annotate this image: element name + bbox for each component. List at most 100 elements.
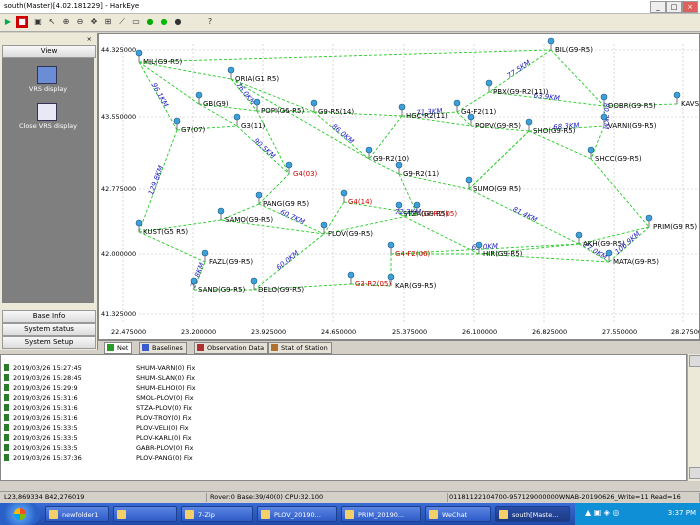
station-node[interactable]: KAVS(G9) <box>673 91 700 108</box>
vrs-display-label[interactable]: VRS display <box>6 85 90 93</box>
antenna-icon[interactable] <box>387 241 395 249</box>
station-node[interactable]: FAZL(G9-R5) <box>201 249 253 266</box>
station-node[interactable]: G4-F2(11) <box>453 99 497 116</box>
log-scrollbar[interactable] <box>687 354 700 481</box>
antenna-icon[interactable] <box>600 93 608 101</box>
antenna-icon[interactable] <box>201 249 209 257</box>
station-node[interactable]: G4(03) <box>285 161 318 178</box>
station-node[interactable]: G4-F2(06) <box>387 241 431 258</box>
antenna-icon[interactable] <box>285 161 293 169</box>
close-panel-icon[interactable]: × <box>87 35 92 43</box>
base-info-button[interactable]: Base Info <box>2 310 96 323</box>
vrs-display-icon[interactable] <box>37 66 57 84</box>
clock[interactable]: 3:37 PM <box>668 509 696 517</box>
antenna-icon[interactable] <box>310 99 318 107</box>
antenna-icon[interactable] <box>453 99 461 107</box>
antenna-icon[interactable] <box>395 201 403 209</box>
taskbar-item[interactable] <box>113 506 177 522</box>
tab-observation-data[interactable]: Observation Data <box>194 342 269 354</box>
tray-icons[interactable]: ▲ ▣ ◈ ◎ <box>585 508 619 517</box>
antenna-icon[interactable] <box>340 189 348 197</box>
station-node[interactable]: PBX(G9-R2(11)) <box>485 79 549 96</box>
antenna-icon[interactable] <box>587 146 595 154</box>
start-button[interactable] <box>0 503 40 525</box>
stop-icon[interactable]: ■ <box>16 16 28 28</box>
station-node[interactable]: G9-R2(11) <box>395 161 439 178</box>
pointer-icon[interactable]: ↖ <box>46 16 58 28</box>
close-vrs-icon[interactable] <box>37 103 57 121</box>
station-node[interactable]: KUST(G5 R5) <box>135 219 188 236</box>
maximize-button[interactable]: □ <box>666 1 682 13</box>
antenna-icon[interactable] <box>320 221 328 229</box>
scroll-up-button[interactable] <box>689 355 700 367</box>
dot-black-icon[interactable]: ● <box>172 16 184 28</box>
help-icon[interactable]: ? <box>204 16 216 28</box>
antenna-icon[interactable] <box>600 113 608 121</box>
antenna-icon[interactable] <box>485 79 493 87</box>
antenna-icon[interactable] <box>398 103 406 111</box>
close-vrs-label[interactable]: Close VRS display <box>6 122 90 130</box>
play-icon[interactable]: ▶ <box>2 16 14 28</box>
pan-icon[interactable]: ✥ <box>88 16 100 28</box>
station-node[interactable]: SAMO(G9-R5) <box>217 207 273 224</box>
station-node[interactable]: PRIM(G9 R5) <box>645 214 697 231</box>
station-node[interactable]: G4(14) <box>340 189 373 206</box>
select-icon[interactable]: ⊞ <box>102 16 114 28</box>
antenna-icon[interactable] <box>467 113 475 121</box>
station-node[interactable]: G9-R5(14) <box>310 99 354 116</box>
antenna-icon[interactable] <box>173 117 181 125</box>
taskbar-item[interactable]: south[Maste... <box>495 506 570 522</box>
taskbar-item[interactable]: WeChat <box>425 506 491 522</box>
antenna-icon[interactable] <box>250 277 258 285</box>
antenna-icon[interactable] <box>525 118 533 126</box>
antenna-icon[interactable] <box>465 176 473 184</box>
view-section-button[interactable]: View <box>2 45 96 58</box>
taskbar-item[interactable]: PRIM_20190... <box>341 506 421 522</box>
station-node[interactable]: POPI(G6-R5) <box>253 98 304 115</box>
antenna-icon[interactable] <box>575 231 583 239</box>
tab-net[interactable]: Net <box>104 342 133 354</box>
save-icon[interactable]: ▣ <box>32 16 44 28</box>
station-node[interactable]: POPV(G9-R5) <box>467 113 521 130</box>
antenna-icon[interactable] <box>365 146 373 154</box>
antenna-icon[interactable] <box>135 49 143 57</box>
antenna-icon[interactable] <box>233 113 241 121</box>
tab-stat-of-station[interactable]: Stat of Station <box>268 342 332 354</box>
dot-green-icon[interactable]: ● <box>144 16 156 28</box>
station-node[interactable]: SUMO(G9 R5) <box>465 176 521 193</box>
station-node[interactable]: ORIA(G1 R5) <box>227 66 279 83</box>
station-node[interactable]: DELO(G9-R5) <box>250 277 304 294</box>
network-map-canvas[interactable]: 77.5KM96.1KM129.8KM76.0KM86.0KM71.3KM63.… <box>99 34 700 339</box>
antenna-icon[interactable] <box>645 214 653 222</box>
antenna-icon[interactable] <box>387 273 395 281</box>
taskbar-item[interactable]: 7-Zip <box>181 506 253 522</box>
antenna-icon[interactable] <box>227 66 235 74</box>
station-node[interactable]: KAR(G9-R5) <box>387 273 437 290</box>
station-node[interactable]: FLOV(G9-R5) <box>320 221 373 238</box>
system-status-button[interactable]: System status <box>2 323 96 336</box>
antenna-icon[interactable] <box>413 201 421 209</box>
antenna-icon[interactable] <box>475 241 483 249</box>
dot-green-icon-2[interactable]: ● <box>158 16 170 28</box>
scroll-down-button[interactable] <box>689 467 700 479</box>
event-log[interactable]: 2019/03/26 15:27:45 SHUM-VARN(0) Fix 2019/… <box>0 354 687 481</box>
antenna-icon[interactable] <box>605 249 613 257</box>
antenna-icon[interactable] <box>217 207 225 215</box>
station-node[interactable]: G3-R2(05) <box>347 271 391 288</box>
zoom-in-icon[interactable]: ⊕ <box>60 16 72 28</box>
antenna-icon[interactable] <box>255 191 263 199</box>
line-icon[interactable]: ⟋ <box>116 16 128 28</box>
network-map[interactable]: 77.5KM 96.1KM 129.8KM 76.0KM 86.0KM 71.3KM 63.… <box>98 33 700 340</box>
minimize-button[interactable]: _ <box>650 1 666 13</box>
antenna-icon[interactable] <box>195 91 203 99</box>
taskbar-item[interactable]: newfolder1 <box>45 506 109 522</box>
antenna-icon[interactable] <box>673 91 681 99</box>
station-node[interactable]: DOBR(G9-R5) <box>600 93 656 110</box>
antenna-icon[interactable] <box>253 98 261 106</box>
station-node[interactable]: MIL(G9-R5) <box>135 49 182 66</box>
antenna-icon[interactable] <box>347 271 355 279</box>
antenna-icon[interactable] <box>547 37 555 45</box>
zoom-out-icon[interactable]: ⊖ <box>74 16 86 28</box>
station-node[interactable]: G9-R2(10) <box>365 146 409 163</box>
tab-baselines[interactable]: Baselines <box>139 342 187 354</box>
